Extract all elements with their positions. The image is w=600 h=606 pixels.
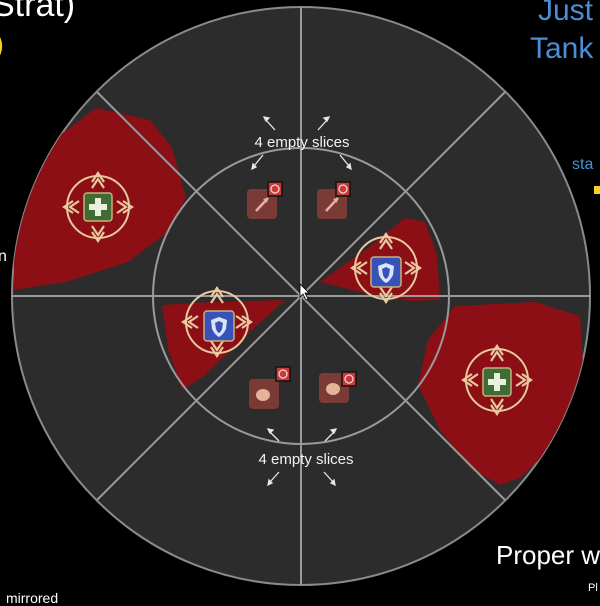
arena-diagram: 4 empty slices 4 empty slices [11, 6, 591, 586]
healer-cross-icon [83, 192, 113, 222]
tank-shield-icon [370, 256, 402, 288]
bottom-empty-slices-label: 4 empty slices [258, 451, 353, 468]
top-empty-slices-label: 4 empty slices [254, 134, 349, 151]
tank-shield-icon [203, 310, 235, 342]
healer-cross-icon [482, 367, 512, 397]
